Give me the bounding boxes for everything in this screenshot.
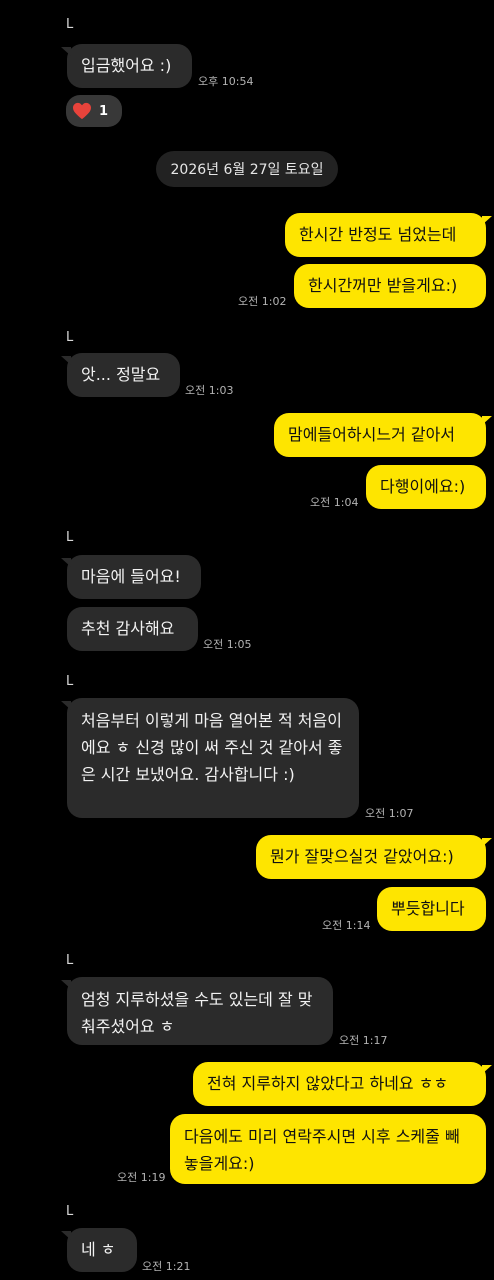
message-timestamp: 오전 1:21 [142,1260,191,1273]
message-bubble-incoming[interactable]: 네 ㅎ [61,1228,137,1272]
heart-icon [73,102,91,120]
sender-name: L [66,953,74,968]
sender-name: L [66,530,74,545]
message-timestamp: 오전 1:17 [339,1034,388,1047]
message-timestamp: 오후 10:54 [198,75,254,88]
sender-name: L [66,330,74,345]
message-bubble-outgoing[interactable]: 뿌듯합니다 [377,887,486,931]
message-timestamp: 오전 1:04 [310,496,359,509]
message-bubble-outgoing[interactable]: 한시간꺼만 받을게요:) [294,264,486,308]
message-bubble-outgoing[interactable]: 전혀 지루하지 않았다고 하네요 ㅎㅎ [193,1062,492,1106]
message-bubble-incoming[interactable]: 입금했어요 :) [61,44,192,88]
sender-name: L [66,17,74,32]
message-timestamp: 오전 1:07 [365,807,414,820]
message-timestamp: 오전 1:05 [203,638,252,651]
message-bubble-incoming[interactable]: 추천 감사해요 [67,607,198,651]
message-timestamp: 오전 1:03 [185,384,234,397]
sender-name: L [66,1204,74,1219]
message-bubble-outgoing[interactable]: 다행이에요:) [366,465,486,509]
reaction-badge[interactable]: 1 [66,95,122,127]
sender-name: L [66,674,74,689]
message-bubble-outgoing[interactable]: 뭔가 잘맞으실것 같았어요:) [256,835,492,879]
message-bubble-outgoing[interactable]: 맘에들어하시느거 같아서 [274,413,492,457]
message-timestamp: 오전 1:19 [117,1171,166,1184]
message-bubble-outgoing[interactable]: 한시간 반정도 넘었는데 [285,213,492,257]
message-bubble-incoming[interactable]: 처음부터 이렇게 마음 열어본 적 처음이에요 ㅎ 신경 많이 써 주신 것 같… [61,698,359,818]
message-bubble-incoming[interactable]: 마음에 들어요! [61,555,201,599]
reaction-count: 1 [99,103,109,119]
date-divider: 2026년 6월 27일 토요일 [156,151,338,187]
message-bubble-incoming[interactable]: 앗... 정말요 [61,353,180,397]
message-bubble-incoming[interactable]: 엄청 지루하셨을 수도 있는데 잘 맞춰주셨어요 ㅎ [61,977,333,1045]
message-bubble-outgoing[interactable]: 다음에도 미리 연락주시면 시후 스케줄 빼놓을게요:) [170,1114,486,1184]
message-timestamp: 오전 1:02 [238,295,287,308]
chat-room[interactable]: L 입금했어요 :) 오후 10:54 1 2026년 6월 27일 토요일 한… [0,0,494,1280]
message-timestamp: 오전 1:14 [322,919,371,932]
